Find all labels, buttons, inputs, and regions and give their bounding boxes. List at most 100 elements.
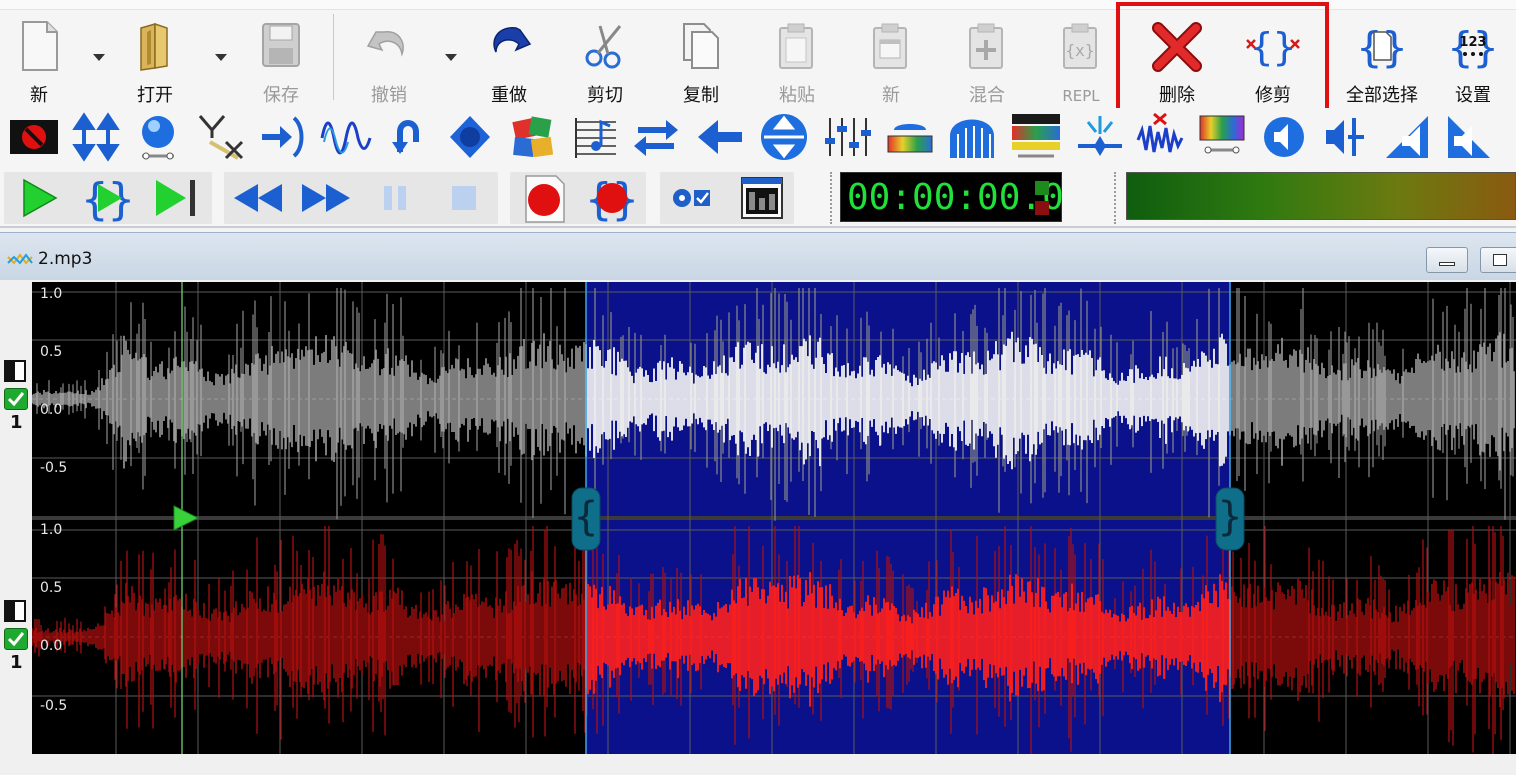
analyzer-display-icon <box>1012 114 1060 158</box>
open-button[interactable]: 打开 <box>110 14 200 106</box>
compressor-button[interactable] <box>444 112 500 164</box>
svg-text:{x}: {x} <box>1066 41 1095 60</box>
redo-button[interactable]: 重做 <box>464 14 554 106</box>
sine-wave-icon <box>320 121 372 155</box>
spectrum-analyzer-button[interactable] <box>1008 112 1064 164</box>
paste-button[interactable]: 粘贴 <box>752 14 842 106</box>
new-button[interactable]: 新 <box>0 14 84 106</box>
undo-dropdown-arrow-icon[interactable] <box>444 52 458 62</box>
reverb-button[interactable] <box>946 112 1002 164</box>
mix-paste-button[interactable]: 混合 <box>942 14 1032 106</box>
midi-button[interactable] <box>570 112 626 164</box>
time-readout: 00:00:00.0 <box>847 177 1064 218</box>
normalize-button[interactable] <box>70 112 126 164</box>
channel-1-number: 1 <box>10 412 23 433</box>
channel-1-enable-checkbox[interactable] <box>4 388 28 410</box>
waveform-view[interactable]: {} <box>32 282 1516 754</box>
insert-silence-button[interactable] <box>258 112 314 164</box>
record-selection-button[interactable]: {} <box>582 172 642 225</box>
main-toolbar: 新 打开 保存 撤销 重做 剪切 复制 粘贴 新 混合 {x} REPL 删除 … <box>0 0 1516 116</box>
stereo-swap-button[interactable] <box>630 112 686 164</box>
fade-out-button[interactable] <box>1444 112 1500 164</box>
undo-button[interactable]: 撤销 <box>344 14 434 106</box>
shift-left-button[interactable] <box>694 112 750 164</box>
speaker-pan-icon <box>1326 118 1364 156</box>
volume-button[interactable] <box>1258 112 1314 164</box>
channel-1-solo-toggle[interactable] <box>4 360 26 382</box>
select-all-button[interactable]: {} 全部选择 <box>1336 14 1428 106</box>
noise-reduction-button[interactable] <box>1074 112 1130 164</box>
mixer-window-icon <box>741 177 783 219</box>
record-options-button[interactable] <box>664 172 724 224</box>
paste-new-button[interactable]: 新 <box>846 14 936 106</box>
settings-button-label: 设置 <box>1455 85 1491 106</box>
frequency-band-button[interactable] <box>1196 112 1252 164</box>
bottom-tick-0-5: 0.5 <box>40 580 63 596</box>
minimize-button[interactable] <box>1426 247 1468 273</box>
bottom-tick-neg-0-5: -0.5 <box>40 698 68 714</box>
wave-effect-button[interactable] <box>320 112 376 164</box>
undo-button-label: 撤销 <box>371 85 407 106</box>
new-dropdown-arrow-icon[interactable] <box>92 52 106 62</box>
remove-noise-button[interactable] <box>1134 112 1190 164</box>
fade-in-button[interactable] <box>1382 112 1438 164</box>
pause-button[interactable] <box>366 172 426 224</box>
bottom-tick-0: 0.0 <box>40 638 63 654</box>
stop-button[interactable] <box>434 172 494 224</box>
selection-end-brace: } <box>1218 494 1242 540</box>
top-tick-0-5: 0.5 <box>40 344 63 360</box>
amplify-button[interactable] <box>132 112 188 164</box>
stretch-button[interactable] <box>756 112 812 164</box>
paste-new-button-label: 新 <box>882 85 900 106</box>
fast-forward-button[interactable] <box>296 172 356 224</box>
save-button[interactable]: 保存 <box>236 14 326 106</box>
equalizer-button[interactable] <box>820 112 876 164</box>
record-selection-icon: {} <box>586 174 639 225</box>
channel-2-solo-toggle[interactable] <box>4 600 26 622</box>
channel-2-enable-checkbox[interactable] <box>4 628 28 650</box>
play-button[interactable] <box>8 172 68 224</box>
stretch-circle-icon <box>761 114 807 160</box>
swap-arrows-icon <box>634 120 678 156</box>
settings-button[interactable]: {} 123 设置 <box>1430 14 1516 106</box>
effects-gallery-button[interactable] <box>506 112 562 164</box>
reverse-button[interactable] <box>382 112 438 164</box>
copy-button-label: 复制 <box>683 85 719 106</box>
cut-button[interactable]: 剪切 <box>560 14 650 106</box>
rewind-button[interactable] <box>228 172 288 224</box>
record-button[interactable] <box>514 172 574 224</box>
pause-icon <box>384 186 406 210</box>
replace-paste-button[interactable]: {x} REPL <box>1036 14 1126 105</box>
fade-out-triangle-icon <box>1448 116 1490 158</box>
selection-start-brace: { <box>574 494 598 540</box>
delete-trim-highlight-box <box>1116 2 1329 116</box>
paste-button-label: 粘贴 <box>779 85 815 106</box>
time-display: 00:00:00.0 <box>840 172 1064 222</box>
replace-paste-icon: {x} <box>1063 23 1097 69</box>
open-dropdown-arrow-icon[interactable] <box>214 52 228 62</box>
mixer-window-button[interactable] <box>732 172 792 224</box>
play-selection-icon: {} <box>82 174 135 225</box>
play-selection-button[interactable]: {} <box>78 172 138 225</box>
play-to-end-icon <box>156 180 195 216</box>
effects-toolbar <box>0 108 1516 166</box>
status-led-green <box>1035 181 1049 195</box>
mix-paste-button-label: 混合 <box>969 85 1005 106</box>
pan-button[interactable] <box>1320 112 1376 164</box>
play-to-end-button[interactable] <box>146 172 206 224</box>
fade-button[interactable] <box>196 112 252 164</box>
stop-icon <box>452 186 476 210</box>
select-all-icon: {} <box>1357 23 1408 72</box>
channel-divider <box>32 516 1516 520</box>
top-tick-0: 0.0 <box>40 402 63 418</box>
bottom-tick-1: 1.0 <box>40 522 63 538</box>
spectrum-button[interactable] <box>884 112 940 164</box>
restore-button[interactable] <box>1480 247 1516 273</box>
copy-button[interactable]: 复制 <box>656 14 746 106</box>
scissors-icon <box>585 25 622 69</box>
channel-2-number: 1 <box>10 652 23 673</box>
fade-y-icon <box>198 115 244 160</box>
silence-button[interactable] <box>8 112 64 164</box>
clipboard-icon <box>779 23 813 69</box>
new-button-label: 新 <box>30 85 48 106</box>
